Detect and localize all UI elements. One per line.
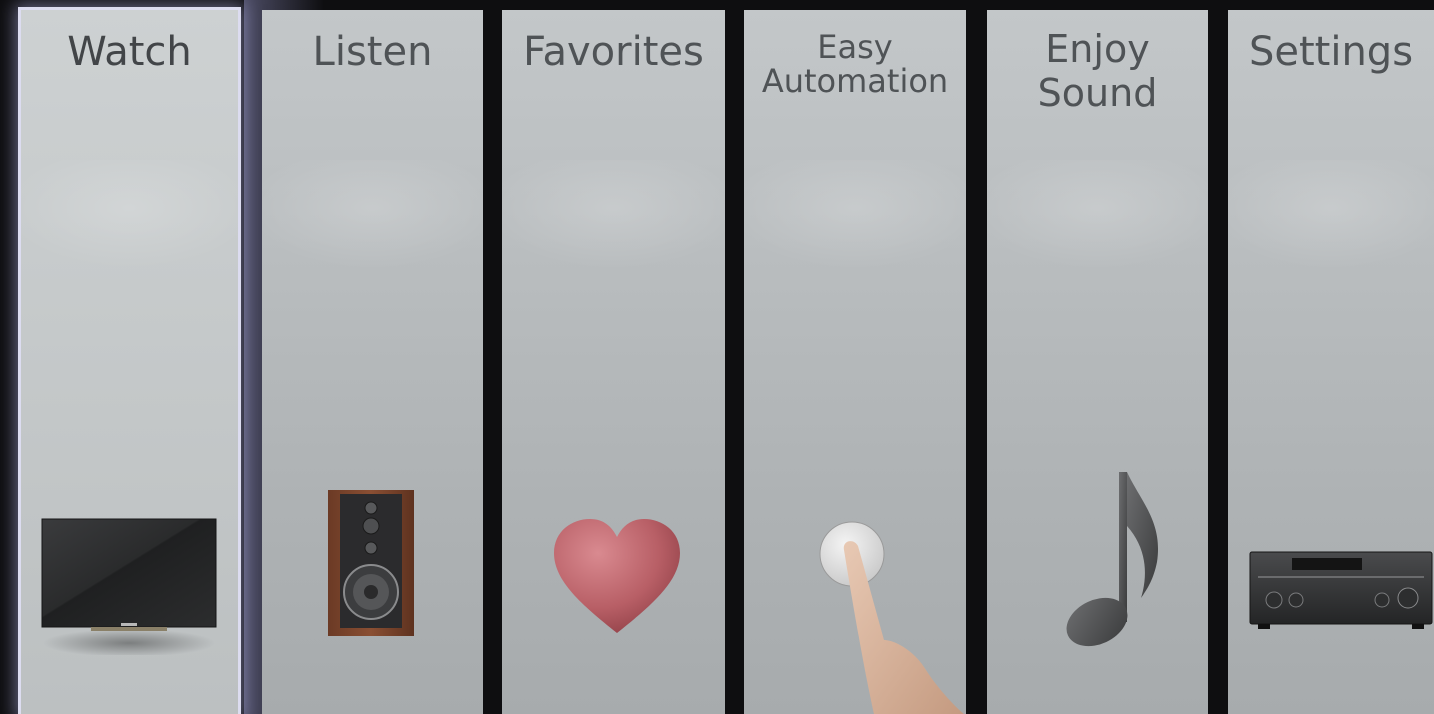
menu-item-label-line-2: Automation <box>761 62 949 100</box>
tv-icon <box>41 515 217 655</box>
menu-item-label-line-1: Enjoy <box>1045 27 1150 71</box>
menu-item-easy-automation[interactable]: Easy Automation <box>744 10 966 714</box>
speaker-icon <box>324 488 424 648</box>
menu-item-label-line-1: Easy <box>817 28 893 66</box>
receiver-icon <box>1248 548 1434 638</box>
menu-item-label: Listen <box>312 29 433 75</box>
menu-item-label: Settings <box>1248 29 1414 75</box>
button-press-icon <box>814 510 964 714</box>
menu-item-favorites[interactable]: Favorites <box>502 10 725 714</box>
heart-icon <box>552 515 682 645</box>
menu-item-enjoy-sound[interactable]: Enjoy Sound <box>987 10 1208 714</box>
music-note-icon <box>1045 462 1165 662</box>
menu-item-listen[interactable]: Listen <box>262 10 483 714</box>
menu-item-watch[interactable]: Watch <box>21 10 238 714</box>
menu-item-label-line-2: Sound <box>1037 71 1158 115</box>
menu-item-settings[interactable]: Settings <box>1228 10 1434 714</box>
home-menu: Watch Listen Favorites Easy Automation E… <box>0 0 1434 714</box>
menu-item-label: Watch <box>67 29 192 75</box>
menu-item-label: Favorites <box>523 29 704 75</box>
